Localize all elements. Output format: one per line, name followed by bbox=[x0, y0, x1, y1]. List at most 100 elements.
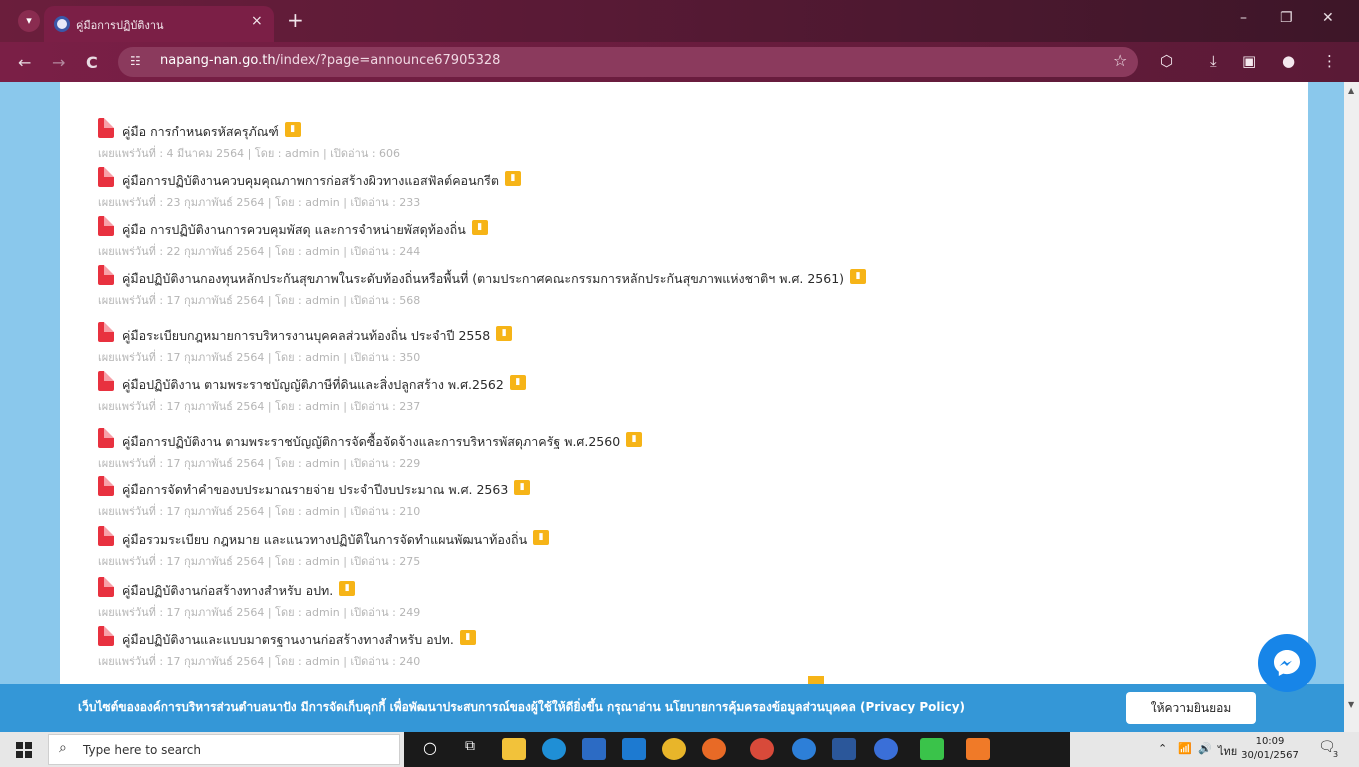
cortana-icon[interactable]: ○ bbox=[418, 738, 442, 760]
announcement-title-link[interactable]: คู่มือปฏิบัติงานและแบบมาตรฐานงานก่อสร้าง… bbox=[122, 630, 476, 650]
messenger-icon bbox=[1274, 650, 1300, 676]
list-item[interactable]: คู่มือ การปฏิบัติงานการควบคุมพัสดุ และกา… bbox=[98, 216, 1298, 264]
scroll-up-icon[interactable]: ▲ bbox=[1348, 86, 1354, 95]
line-icon[interactable] bbox=[920, 738, 944, 760]
stats-chart-icon[interactable]: ▮ bbox=[514, 480, 531, 495]
announcement-list: คู่มือ การกำหนดรหัสครุภัณฑ์ ▮ เผยแพร่วันที… bbox=[60, 82, 1308, 732]
windows-taskbar: ⌕ Type here to search ○ ⧉ ⌃ 📶 🔊 ไทย 10:0… bbox=[0, 732, 1359, 767]
tab-search-button[interactable]: ▾ bbox=[18, 10, 40, 32]
list-item[interactable]: คู่มือปฏิบัติงานก่อสร้างทางสำหรับ อปท. ▮ เ… bbox=[98, 577, 1298, 625]
announcement-title-link[interactable]: คู่มือ การปฏิบัติงานการควบคุมพัสดุ และกา… bbox=[122, 220, 488, 240]
store-icon[interactable] bbox=[582, 738, 606, 760]
volume-icon[interactable]: 🔊 bbox=[1198, 742, 1212, 755]
clock-time: 10:09 bbox=[1255, 736, 1285, 747]
back-button[interactable]: ← bbox=[18, 53, 31, 72]
stats-chart-icon[interactable]: ▮ bbox=[496, 326, 513, 341]
site-info-icon[interactable]: ☷ bbox=[130, 54, 141, 68]
stats-chart-icon[interactable]: ▮ bbox=[626, 432, 643, 447]
scroll-down-icon[interactable]: ▼ bbox=[1348, 700, 1354, 709]
tab-close-icon[interactable]: × bbox=[251, 13, 263, 29]
address-bar[interactable]: ☷ napang-nan.go.th/index/?page=announce6… bbox=[118, 47, 1138, 77]
announcement-meta: เผยแพร่วันที่ : 17 กุมภาพันธ์ 2564 | โดย… bbox=[98, 505, 421, 518]
announcement-title-link[interactable]: คู่มือการจัดทำคำของบประมาณรายจ่าย ประจำป… bbox=[122, 480, 531, 500]
announcement-meta: เผยแพร่วันที่ : 17 กุมภาพันธ์ 2564 | โดย… bbox=[98, 655, 421, 668]
task-view-icon[interactable]: ⧉ bbox=[458, 738, 482, 760]
taskbar-clock[interactable]: 10:09 30/01/2567 bbox=[1240, 735, 1300, 763]
announcement-title-link[interactable]: คู่มือการปฏิบัติงานควบคุมคุณภาพการก่อสร้… bbox=[122, 171, 522, 191]
edge-icon[interactable] bbox=[542, 738, 566, 760]
tab-strip: ▾ คู่มือการปฏิบัติงาน × + – ❐ ✕ bbox=[0, 0, 1359, 42]
announcement-title-link[interactable]: คู่มือ การกำหนดรหัสครุภัณฑ์ ▮ bbox=[122, 122, 301, 142]
announcement-meta: เผยแพร่วันที่ : 4 มีนาคม 2564 | โดย : ad… bbox=[98, 147, 401, 160]
forward-button[interactable]: → bbox=[52, 53, 65, 72]
url-text: napang-nan.go.th/index/?page=announce679… bbox=[160, 53, 501, 68]
firefox-icon[interactable] bbox=[702, 738, 726, 760]
close-window-button[interactable]: ✕ bbox=[1322, 10, 1334, 26]
mail-icon[interactable] bbox=[622, 738, 646, 760]
stats-chart-icon[interactable]: ▮ bbox=[509, 375, 526, 390]
chrome-profile-icon[interactable] bbox=[750, 738, 774, 760]
messenger-chat-button[interactable] bbox=[1258, 634, 1316, 692]
file-explorer-icon[interactable] bbox=[502, 738, 526, 760]
cookie-accept-button[interactable]: ให้ความยินยอม bbox=[1126, 692, 1256, 724]
profile-avatar-icon[interactable]: ● bbox=[1282, 52, 1295, 70]
network-icon[interactable]: 📶 bbox=[1178, 742, 1192, 755]
list-item[interactable]: คู่มือการจัดทำคำของบประมาณรายจ่าย ประจำป… bbox=[98, 476, 1298, 524]
list-item[interactable]: คู่มือปฏิบัติงานและแบบมาตรฐานงานก่อสร้าง… bbox=[98, 626, 1298, 674]
stats-chart-icon[interactable]: ▮ bbox=[850, 269, 867, 284]
list-item[interactable]: คู่มือปฏิบัติงาน ตามพระราชบัญญัติภาษีที่… bbox=[98, 371, 1298, 419]
announcement-meta: เผยแพร่วันที่ : 17 กุมภาพันธ์ 2564 | โดย… bbox=[98, 351, 421, 364]
app-orange-icon[interactable] bbox=[966, 738, 990, 760]
stats-chart-icon[interactable]: ▮ bbox=[533, 530, 550, 545]
list-item[interactable]: คู่มือรวมระเบียบ กฎหมาย และแนวทางปฏิบัติ… bbox=[98, 526, 1298, 574]
announcement-title-link[interactable]: คู่มือการปฏิบัติงาน ตามพระราชบัญญัติการจ… bbox=[122, 432, 643, 452]
tray-chevron-icon[interactable]: ⌃ bbox=[1158, 742, 1167, 755]
announcement-title-link[interactable]: คู่มือปฏิบัติงานกองทุนหลักประกันสุขภาพใน… bbox=[122, 269, 867, 289]
stats-chart-icon[interactable]: ▮ bbox=[505, 171, 522, 186]
cookie-consent-text[interactable]: เว็บไซต์ขององค์การบริหารส่วนตำบลนาปัง มี… bbox=[78, 698, 965, 717]
windows-start-button[interactable] bbox=[16, 742, 32, 758]
taskbar-search-input[interactable]: ⌕ Type here to search bbox=[48, 734, 400, 765]
extensions-icon[interactable]: ⬡ bbox=[1160, 52, 1173, 70]
internet-explorer-icon[interactable] bbox=[792, 738, 816, 760]
announcement-title-link[interactable]: คู่มือปฏิบัติงาน ตามพระราชบัญญัติภาษีที่… bbox=[122, 375, 526, 395]
cookie-consent-banner: เว็บไซต์ขององค์การบริหารส่วนตำบลนาปัง มี… bbox=[0, 684, 1344, 732]
announcement-title-link[interactable]: คู่มือรวมระเบียบ กฎหมาย และแนวทางปฏิบัติ… bbox=[122, 530, 550, 550]
word-icon[interactable] bbox=[832, 738, 856, 760]
list-item[interactable]: คู่มือระเบียบกฎหมายการบริหารงานบุคคลส่วน… bbox=[98, 322, 1298, 370]
kebab-menu-icon[interactable]: ⋮ bbox=[1322, 52, 1337, 70]
list-item[interactable]: คู่มือการปฏิบัติงานควบคุมคุณภาพการก่อสร้… bbox=[98, 167, 1298, 215]
pdf-file-icon bbox=[98, 216, 114, 236]
announcement-title-link[interactable]: คู่มือระเบียบกฎหมายการบริหารงานบุคคลส่วน… bbox=[122, 326, 513, 346]
reload-button[interactable]: C bbox=[86, 53, 98, 72]
new-tab-button[interactable]: + bbox=[287, 8, 304, 32]
pdf-file-icon bbox=[98, 526, 114, 546]
language-indicator[interactable]: ไทย bbox=[1218, 742, 1237, 760]
restore-button[interactable]: ❐ bbox=[1280, 10, 1293, 26]
pdf-file-icon bbox=[98, 265, 114, 285]
pdf-file-icon bbox=[98, 322, 114, 342]
download-icon[interactable]: ⤓ bbox=[1210, 52, 1217, 70]
stats-chart-icon[interactable]: ▮ bbox=[284, 122, 301, 137]
tab-title: คู่มือการปฏิบัติงาน bbox=[76, 19, 164, 32]
bookmark-star-icon[interactable]: ☆ bbox=[1113, 51, 1127, 70]
notification-count: 3 bbox=[1333, 750, 1339, 759]
link-app-icon[interactable] bbox=[874, 738, 898, 760]
minimize-button[interactable]: – bbox=[1240, 10, 1247, 26]
list-item[interactable]: คู่มือการปฏิบัติงาน ตามพระราชบัญญัติการจ… bbox=[98, 428, 1298, 476]
list-item[interactable]: คู่มือปฏิบัติงานกองทุนหลักประกันสุขภาพใน… bbox=[98, 265, 1298, 313]
stats-chart-icon[interactable]: ▮ bbox=[459, 630, 476, 645]
list-item[interactable]: คู่มือ การกำหนดรหัสครุภัณฑ์ ▮ เผยแพร่วันที… bbox=[98, 118, 1298, 166]
stats-chart-icon[interactable]: ▮ bbox=[471, 220, 488, 235]
side-panel-icon[interactable]: ▣ bbox=[1242, 52, 1256, 70]
announcement-title-link[interactable]: คู่มือปฏิบัติงานก่อสร้างทางสำหรับ อปท. ▮ bbox=[122, 581, 356, 601]
stats-chart-icon[interactable]: ▮ bbox=[339, 581, 356, 596]
tab-active[interactable]: คู่มือการปฏิบัติงาน × bbox=[44, 6, 274, 42]
pdf-file-icon bbox=[98, 118, 114, 138]
chrome-icon[interactable] bbox=[662, 738, 686, 760]
vertical-scrollbar[interactable]: ▲ ▼ bbox=[1344, 82, 1359, 732]
pdf-file-icon bbox=[98, 577, 114, 597]
page-viewport: คู่มือ การกำหนดรหัสครุภัณฑ์ ▮ เผยแพร่วันที… bbox=[0, 82, 1359, 732]
pdf-file-icon bbox=[98, 167, 114, 187]
clock-date: 30/01/2567 bbox=[1241, 750, 1299, 761]
